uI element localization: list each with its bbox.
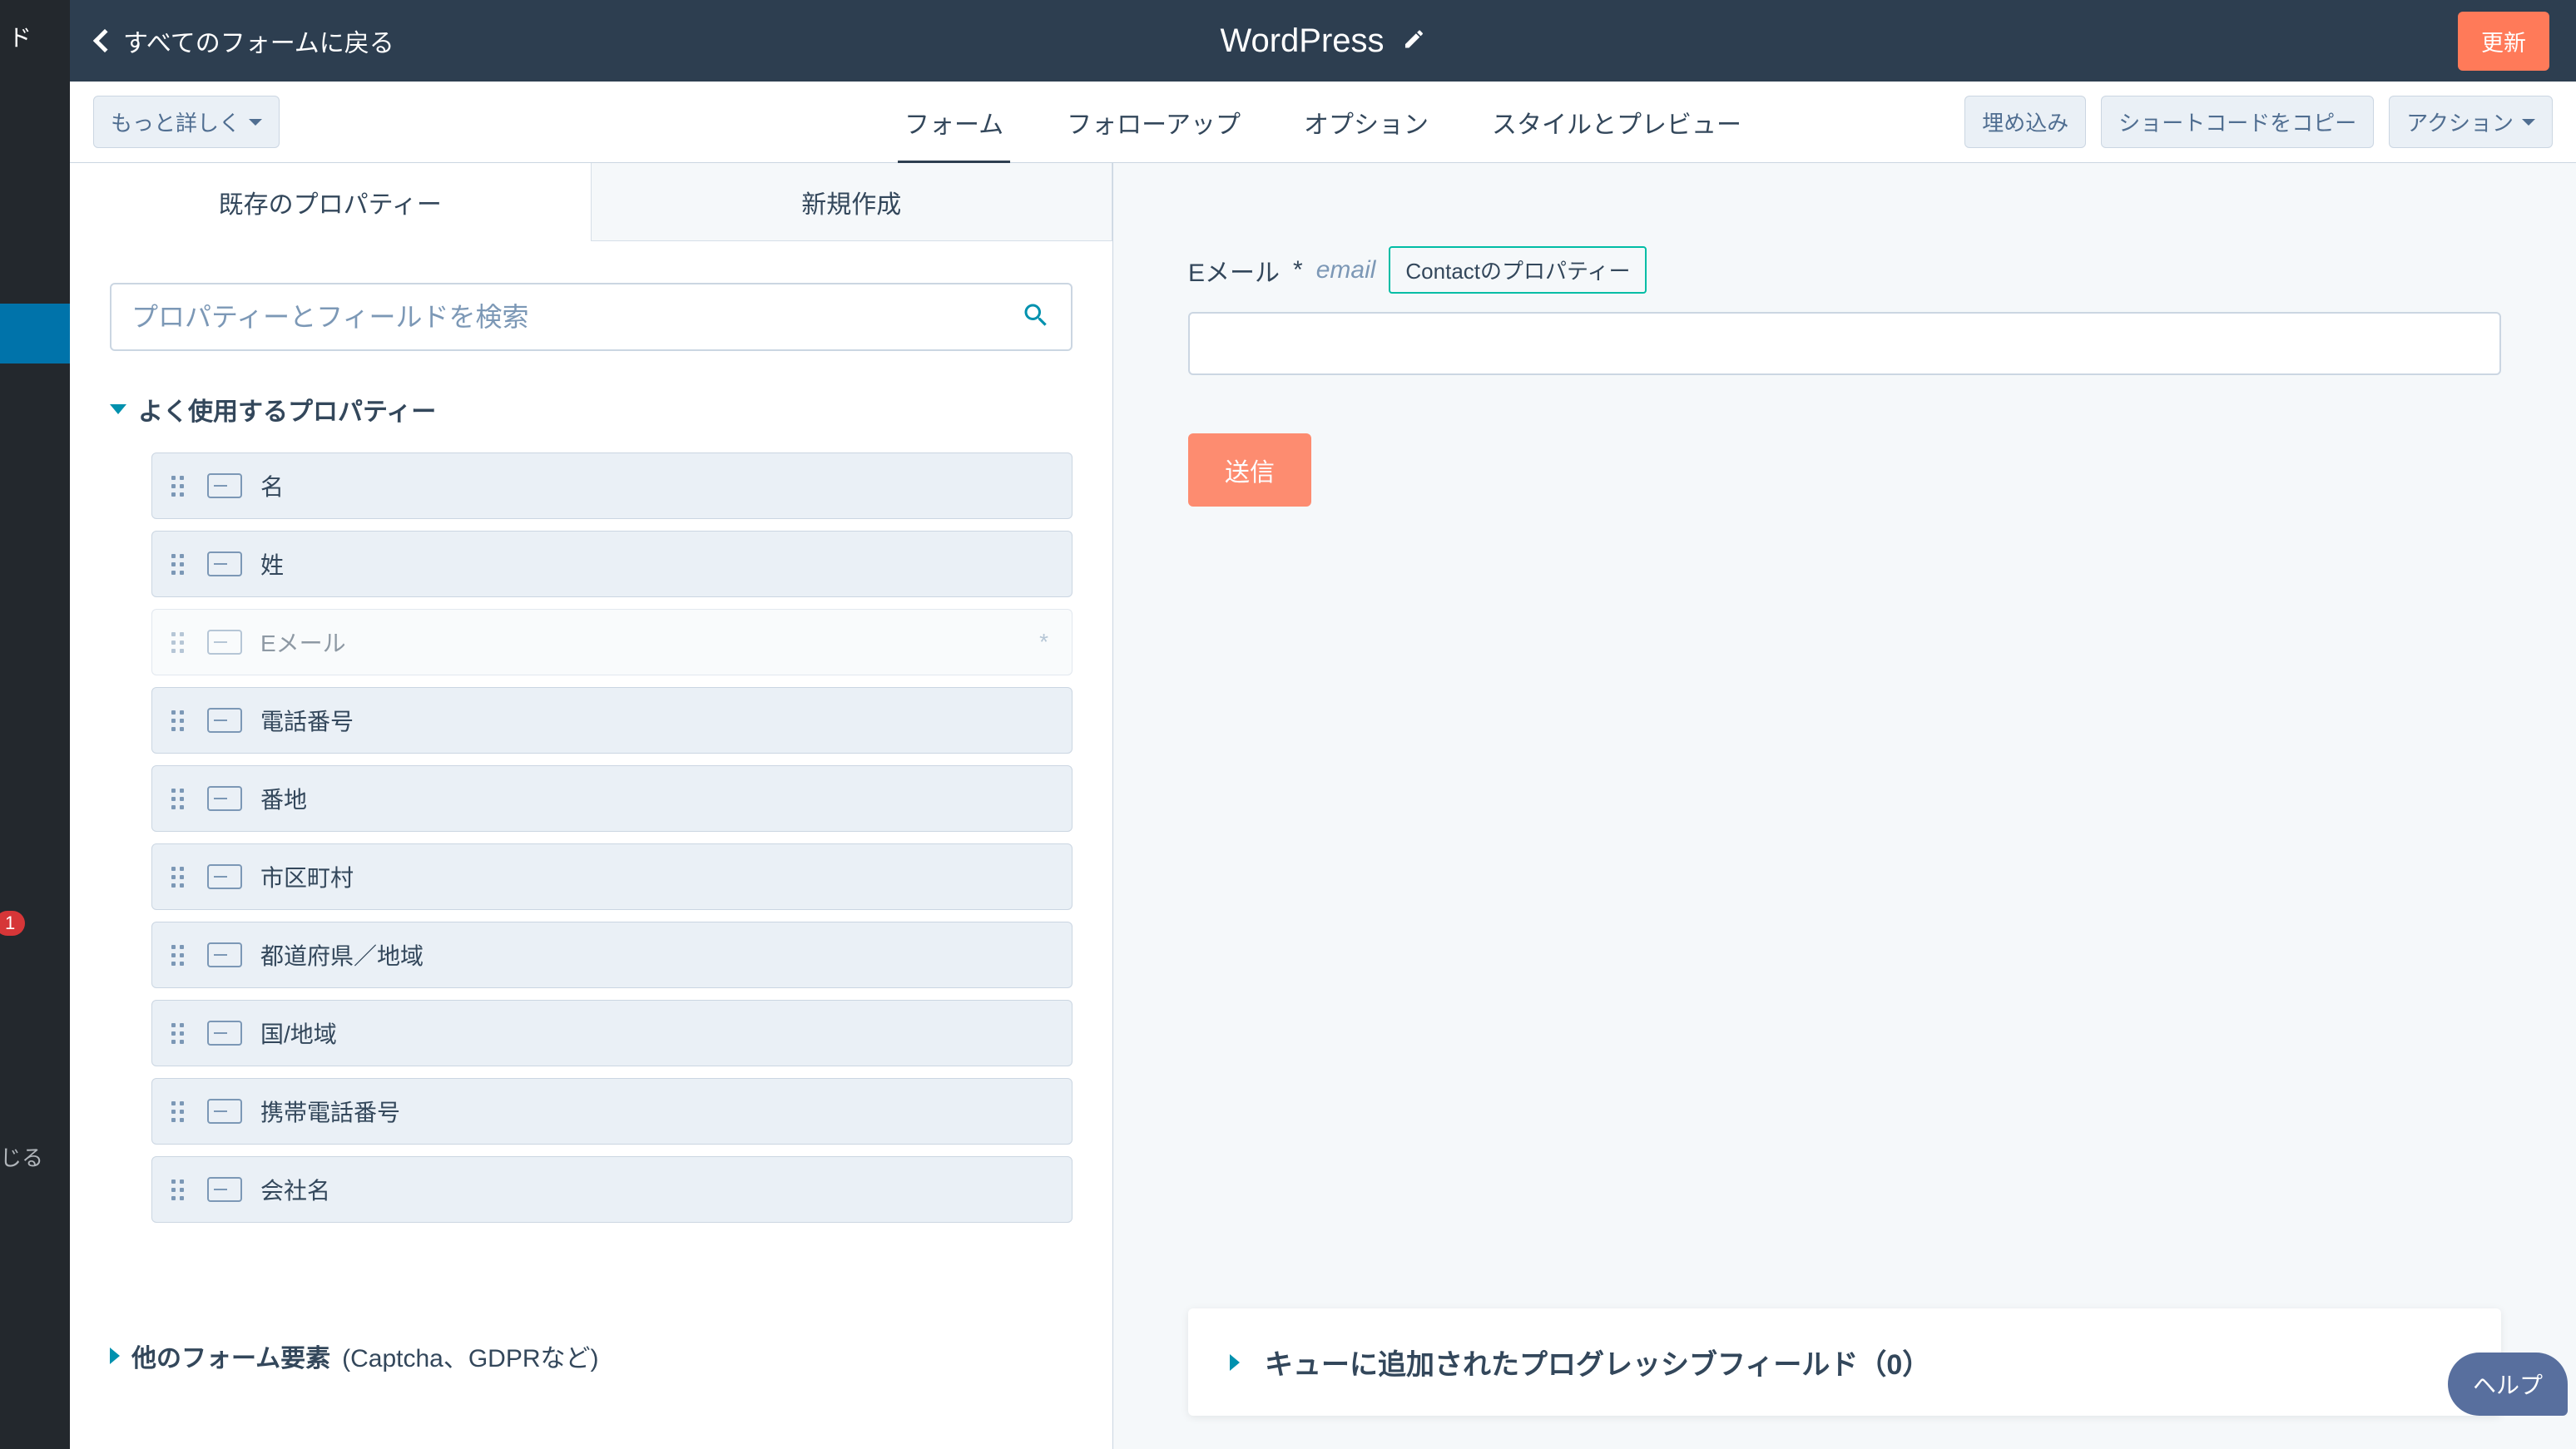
actions-menu-button[interactable]: アクション xyxy=(2389,96,2553,148)
text-field-icon xyxy=(207,864,242,889)
caret-down-icon xyxy=(2522,119,2535,126)
email-api-name: email xyxy=(1316,256,1376,284)
wp-sidebar-collapse-fragment[interactable]: じる xyxy=(0,1141,43,1172)
form-preview-panel: Eメール * email Contactのプロパティー 送信 キューに追加された… xyxy=(1113,163,2576,1449)
frequent-properties-title: よく使用するプロパティー xyxy=(138,391,436,428)
search-input[interactable] xyxy=(131,302,1021,333)
text-field-icon xyxy=(207,1099,242,1124)
other-elements-subtitle: (Captcha、GDPRなど) xyxy=(342,1338,598,1374)
tab-followup[interactable]: フォローアップ xyxy=(1060,81,1247,164)
submit-button[interactable]: 送信 xyxy=(1188,433,1311,507)
property-item: Eメール* xyxy=(151,609,1073,675)
email-field-block[interactable]: Eメール * email Contactのプロパティー xyxy=(1188,246,2501,375)
property-label: 番地 xyxy=(254,782,1065,815)
property-label: 会社名 xyxy=(254,1173,1065,1206)
chevron-left-icon xyxy=(93,29,116,52)
panel-tab-existing[interactable]: 既存のプロパティー xyxy=(70,163,591,241)
drag-handle-icon xyxy=(166,554,189,575)
other-elements-title: 他のフォーム要素 xyxy=(131,1338,330,1374)
caret-down-icon xyxy=(249,119,262,126)
back-label: すべてのフォームに戻る xyxy=(123,22,394,59)
tab-style-preview[interactable]: スタイルとプレビュー xyxy=(1485,81,1748,164)
frequent-properties-toggle[interactable]: よく使用するプロパティー xyxy=(110,391,1073,428)
drag-handle-icon xyxy=(166,632,189,653)
progressive-fields-panel[interactable]: キューに追加されたプログレッシブフィールド（0） xyxy=(1188,1308,2501,1416)
property-label: 市区町村 xyxy=(254,860,1065,893)
email-field-label: Eメール xyxy=(1188,252,1280,289)
update-button[interactable]: 更新 xyxy=(2458,12,2549,71)
search-box[interactable] xyxy=(110,283,1073,351)
text-field-icon xyxy=(207,1177,242,1202)
editor-header: すべてのフォームに戻る WordPress 更新 xyxy=(70,0,2576,82)
chevron-right-icon xyxy=(1230,1354,1240,1371)
more-detail-label: もっと詳しく xyxy=(111,106,240,137)
back-to-forms-link[interactable]: すべてのフォームに戻る xyxy=(97,22,394,59)
chevron-down-icon xyxy=(110,404,126,414)
text-field-icon xyxy=(207,708,242,733)
drag-handle-icon xyxy=(166,1023,189,1044)
drag-handle-icon xyxy=(166,867,189,888)
property-label: 都道府県／地域 xyxy=(254,938,1065,972)
property-label: 姓 xyxy=(254,547,1065,581)
wp-sidebar-update-badge[interactable]: 1 xyxy=(0,911,25,936)
wp-sidebar-active-item[interactable] xyxy=(0,304,70,363)
embed-button[interactable]: 埋め込み xyxy=(1964,96,2086,148)
drag-handle-icon xyxy=(166,1179,189,1200)
property-label: Eメール xyxy=(254,626,1039,659)
drag-handle-icon xyxy=(166,789,189,809)
chevron-right-icon xyxy=(110,1348,120,1364)
properties-panel: 既存のプロパティー 新規作成 よく使用するプロパティー xyxy=(70,163,1113,1449)
email-input[interactable] xyxy=(1188,312,2501,375)
property-item[interactable]: 電話番号 xyxy=(151,687,1073,754)
panel-tab-create-new[interactable]: 新規作成 xyxy=(591,163,1113,241)
drag-handle-icon xyxy=(166,1101,189,1122)
text-field-icon xyxy=(207,473,242,498)
text-field-icon xyxy=(207,551,242,576)
text-field-icon xyxy=(207,942,242,967)
property-label: 国/地域 xyxy=(254,1016,1065,1050)
property-item[interactable]: 名 xyxy=(151,453,1073,519)
drag-handle-icon xyxy=(166,710,189,731)
editor-tabbar: もっと詳しく フォーム フォローアップ オプション スタイルとプレビュー 埋め込… xyxy=(70,82,2576,163)
text-field-icon xyxy=(207,1021,242,1046)
drag-handle-icon xyxy=(166,945,189,966)
text-field-icon xyxy=(207,786,242,811)
drag-handle-icon xyxy=(166,476,189,497)
property-item[interactable]: 国/地域 xyxy=(151,1000,1073,1066)
property-label: 名 xyxy=(254,469,1065,502)
property-label: 電話番号 xyxy=(254,704,1065,737)
actions-menu-label: アクション xyxy=(2406,106,2514,137)
property-item[interactable]: 会社名 xyxy=(151,1156,1073,1223)
property-item[interactable]: 都道府県／地域 xyxy=(151,922,1073,988)
wp-admin-sidebar: ド 1 じる xyxy=(0,0,70,1449)
other-elements-toggle[interactable]: 他のフォーム要素 (Captcha、GDPRなど) xyxy=(110,1338,1073,1374)
property-item[interactable]: 姓 xyxy=(151,531,1073,597)
progressive-fields-title: キューに追加されたプログレッシブフィールド（0） xyxy=(1265,1342,1930,1382)
property-label: 携帯電話番号 xyxy=(254,1095,1065,1128)
help-button[interactable]: ヘルプ xyxy=(2448,1353,2568,1416)
pencil-icon[interactable] xyxy=(1403,27,1426,55)
tab-options[interactable]: オプション xyxy=(1297,81,1435,164)
property-item[interactable]: 市区町村 xyxy=(151,843,1073,910)
required-asterisk: * xyxy=(1039,629,1065,655)
tab-form[interactable]: フォーム xyxy=(898,81,1010,164)
wp-sidebar-text-fragment: ド xyxy=(8,20,32,53)
email-property-tag: Contactのプロパティー xyxy=(1389,246,1647,294)
search-icon[interactable] xyxy=(1021,300,1051,334)
copy-shortcode-button[interactable]: ショートコードをコピー xyxy=(2101,96,2374,148)
property-item[interactable]: 番地 xyxy=(151,765,1073,832)
text-field-icon xyxy=(207,630,242,655)
more-detail-button[interactable]: もっと詳しく xyxy=(93,96,280,148)
form-title[interactable]: WordPress xyxy=(1220,22,1384,60)
property-item[interactable]: 携帯電話番号 xyxy=(151,1078,1073,1145)
required-mark: * xyxy=(1293,256,1303,284)
